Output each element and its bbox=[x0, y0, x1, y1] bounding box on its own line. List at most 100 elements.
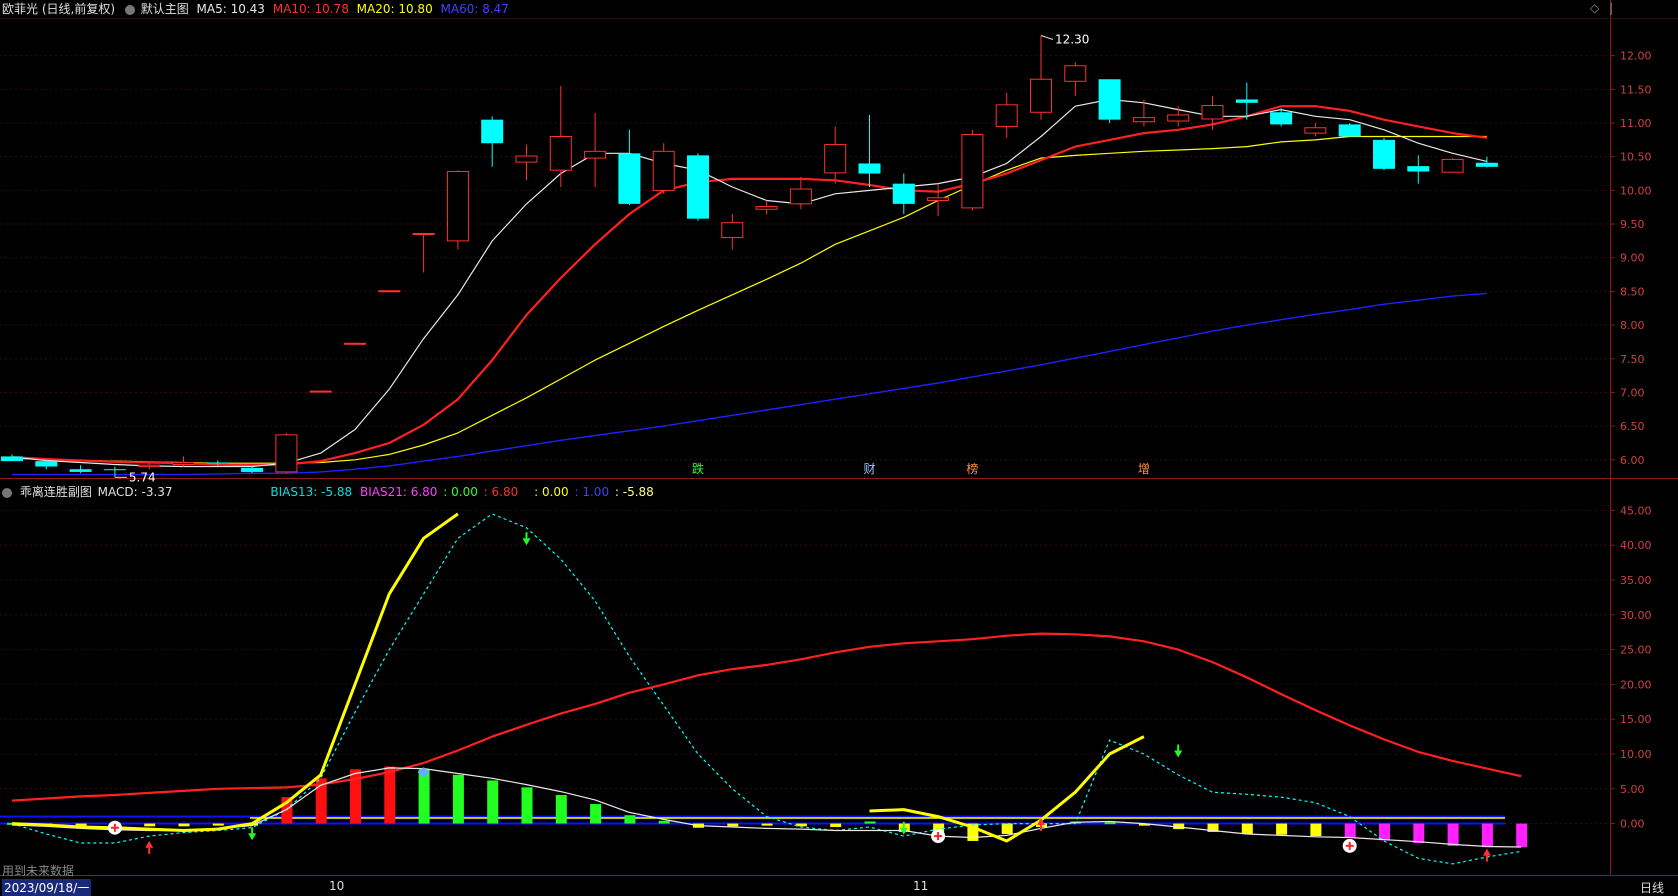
candle-body bbox=[241, 467, 264, 472]
macd-histogram-bar bbox=[144, 823, 156, 827]
candle-body bbox=[1304, 127, 1327, 134]
candle-body bbox=[103, 469, 126, 471]
candle-body bbox=[892, 183, 915, 204]
ma10-line bbox=[11, 105, 1488, 467]
more-options-icon[interactable]: | bbox=[1609, 1, 1613, 15]
main-y-tick-label: 8.00 bbox=[1620, 319, 1645, 332]
arrow-up-icon bbox=[145, 840, 154, 848]
macd-histogram-bar bbox=[1344, 823, 1356, 838]
bias21-label: BIAS21: 6.80 bbox=[360, 485, 438, 499]
stock-chart-canvas[interactable]: 12.00 11.50 11.00 10.50 10.00 9.50 9.00 8.50 8.0… bbox=[0, 0, 1678, 895]
candle-body bbox=[858, 163, 881, 174]
main-y-tick-label: 11.00 bbox=[1620, 117, 1652, 130]
macd-histogram-bar bbox=[1379, 823, 1390, 841]
macd-histogram-bar bbox=[864, 821, 876, 824]
main-y-tick-label: 6.00 bbox=[1620, 454, 1645, 467]
signal-marker: 榜 bbox=[966, 461, 978, 476]
red-value: : 6.80 bbox=[483, 485, 519, 499]
macd-histogram-bar bbox=[521, 787, 533, 824]
diamond-icon[interactable]: ◇ bbox=[1590, 1, 1599, 15]
sub-y-tick-label: 25.00 bbox=[1620, 644, 1652, 657]
month-label-oct: 10 bbox=[329, 879, 345, 893]
sub-y-tick-label: 10.00 bbox=[1620, 748, 1652, 761]
macd-histogram-bar bbox=[1413, 823, 1425, 844]
sub-y-tick-label: 5.00 bbox=[1620, 783, 1645, 796]
signal-marker: 增 bbox=[1138, 462, 1150, 476]
sub-y-tick-label: 40.00 bbox=[1620, 539, 1652, 552]
main-y-tick-label: 8.50 bbox=[1620, 285, 1645, 298]
candle-body bbox=[446, 171, 469, 242]
main-y-tick-label: 11.50 bbox=[1620, 83, 1652, 96]
macd-histogram-bar bbox=[452, 774, 464, 824]
candle-body bbox=[549, 136, 572, 171]
indicator-name[interactable]: 乖离连胜副图 bbox=[20, 485, 92, 499]
window-controls: ◇ | bbox=[1590, 1, 1613, 15]
candle-body bbox=[1132, 117, 1155, 123]
candle-body bbox=[721, 222, 744, 239]
green-value: : 0.00 bbox=[443, 485, 478, 499]
candle-body bbox=[481, 119, 504, 144]
candle-body bbox=[652, 150, 675, 191]
macd-label: MACD: -3.37 bbox=[97, 485, 173, 499]
sub-collapse-icon[interactable] bbox=[2, 487, 12, 498]
candle-body bbox=[927, 197, 950, 201]
sub-y-tick-label: 35.00 bbox=[1620, 574, 1652, 587]
main-y-tick-label: 10.50 bbox=[1620, 151, 1652, 164]
macd-histogram-bar bbox=[1310, 823, 1322, 837]
arrow-down-icon bbox=[248, 833, 257, 841]
macd-histogram-bar bbox=[1447, 823, 1459, 846]
candle-body bbox=[344, 342, 366, 345]
macd-histogram-bar bbox=[178, 823, 190, 827]
macd-histogram-bar bbox=[1241, 823, 1253, 834]
signal-marker: 财 bbox=[864, 462, 876, 476]
macd-histogram-bar bbox=[384, 766, 396, 824]
macd-histogram-bar bbox=[212, 823, 224, 826]
candle-body bbox=[1475, 162, 1498, 167]
stock-name[interactable]: 欧菲光 bbox=[2, 2, 38, 16]
sub-y-tick-label: 15.00 bbox=[1620, 713, 1652, 726]
candle-body bbox=[1167, 114, 1190, 122]
month-label-nov: 11 bbox=[913, 879, 929, 893]
macd-line bbox=[11, 767, 1522, 848]
blue-value: : 1.00 bbox=[574, 485, 610, 499]
sub-y-tick-label: 30.00 bbox=[1620, 609, 1652, 622]
ma60-label: MA60: 8.47 bbox=[440, 2, 509, 16]
candle-body bbox=[1098, 79, 1121, 120]
candle-body bbox=[206, 462, 229, 464]
ma10-label: MA10: 10.78 bbox=[272, 2, 349, 16]
main-y-tick-label: 7.50 bbox=[1620, 353, 1645, 366]
bias21-line bbox=[11, 632, 1522, 802]
price-annotation-label: 12.30 bbox=[1055, 32, 1089, 46]
sub-y-tick-label: 0.00 bbox=[1620, 818, 1645, 831]
period-button[interactable]: 日线 bbox=[1640, 879, 1664, 896]
main-y-tick-label: 12.00 bbox=[1620, 50, 1652, 63]
candle-body bbox=[1441, 158, 1464, 173]
date-start-label[interactable]: 2023/09/18/一 bbox=[2, 879, 92, 896]
period-desc: (日线,前复权) bbox=[41, 2, 116, 16]
main-y-tick-label: 6.50 bbox=[1620, 420, 1645, 433]
candle-body bbox=[687, 155, 709, 219]
bias13-label: BIAS13: -5.88 bbox=[270, 485, 353, 499]
macd-histogram-bar bbox=[830, 823, 842, 828]
main-y-tick-label: 7.00 bbox=[1620, 386, 1645, 399]
macd-histogram-bar bbox=[658, 820, 670, 824]
candle-body bbox=[138, 464, 161, 468]
candle-body bbox=[412, 232, 435, 235]
macd-histogram-bar bbox=[1516, 823, 1528, 848]
macd-histogram-bar bbox=[590, 804, 602, 824]
signal-marker: 跌 bbox=[692, 461, 704, 476]
template-collapse-icon[interactable] bbox=[124, 4, 135, 15]
candle-body bbox=[824, 144, 847, 174]
arrow-down-icon bbox=[522, 538, 531, 546]
candle-body bbox=[309, 390, 332, 393]
ma20-line bbox=[11, 135, 1487, 464]
candle-body bbox=[584, 150, 607, 159]
candle-body bbox=[995, 104, 1018, 127]
arrow-up-icon bbox=[1482, 848, 1491, 856]
sub-chart-header: 乖离连胜副图 MACD: -3.37 BIAS13: -5.88 BIAS21:… bbox=[2, 483, 654, 500]
last-value: : -5.88 bbox=[614, 485, 654, 499]
main-y-tick-label: 10.00 bbox=[1620, 184, 1652, 197]
main-y-tick-label: 9.50 bbox=[1620, 218, 1645, 231]
template-name[interactable]: 默认主图 bbox=[141, 2, 189, 16]
candle-body bbox=[1235, 99, 1258, 103]
